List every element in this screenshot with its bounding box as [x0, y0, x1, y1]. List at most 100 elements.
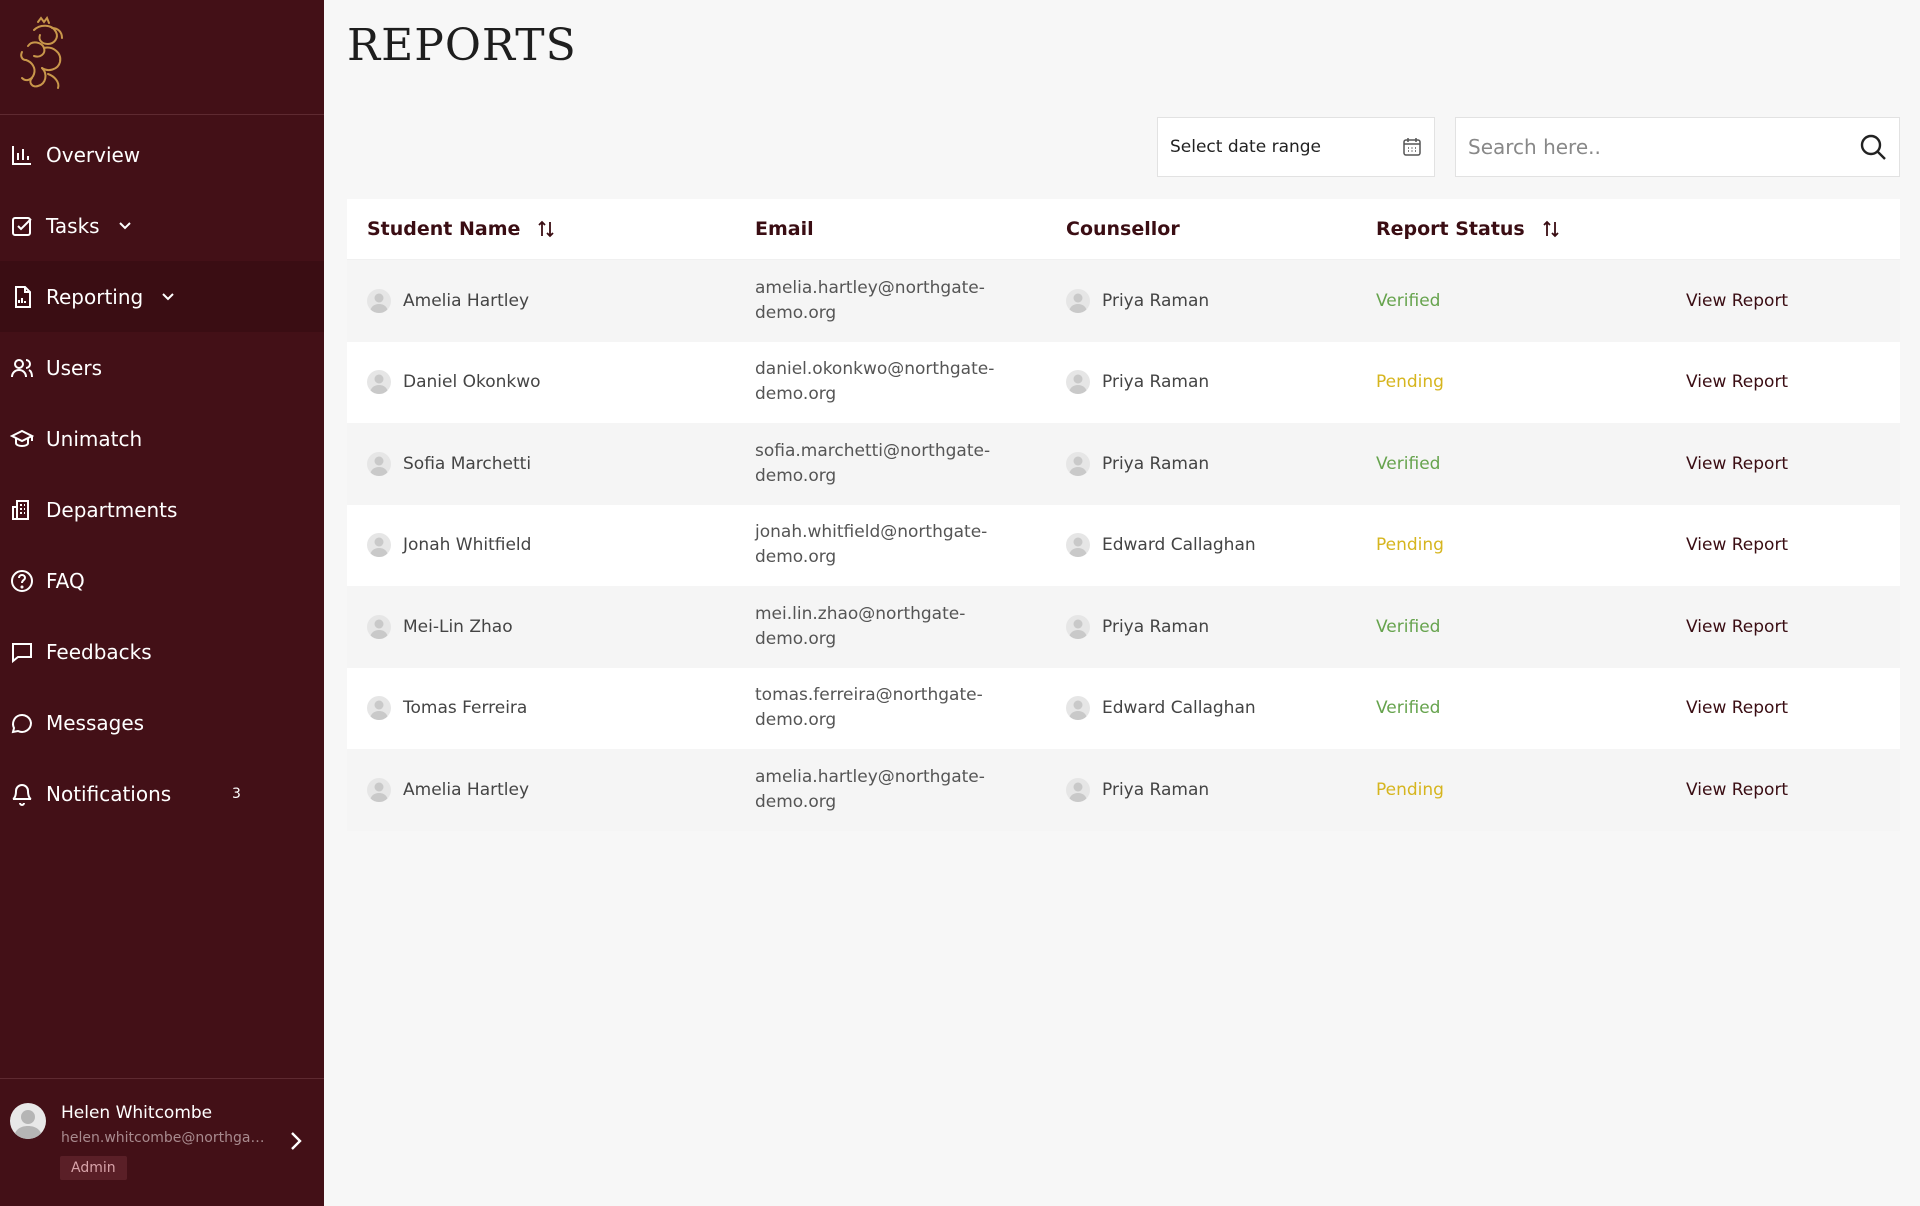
- table-row: Daniel Okonkwo daniel.okonkwo@northgate-…: [347, 341, 1900, 424]
- chevron-right-icon[interactable]: [290, 1131, 302, 1155]
- counsellor-cell: Priya Raman: [1066, 342, 1209, 424]
- student-name: Daniel Okonkwo: [403, 372, 541, 393]
- avatar: [367, 696, 391, 721]
- avatar: [367, 451, 391, 476]
- counsellor-cell: Edward Callaghan: [1066, 668, 1256, 750]
- sidebar-item-users[interactable]: Users: [0, 332, 324, 403]
- search-icon[interactable]: [1859, 133, 1887, 161]
- email-line: demo.org: [755, 710, 837, 731]
- student-cell: Daniel Okonkwo: [367, 342, 541, 424]
- student-cell: Amelia Hartley: [367, 260, 529, 342]
- column-header-label: Counsellor: [1066, 218, 1180, 240]
- sidebar-item-label: Users: [46, 355, 103, 380]
- sidebar-item-label: Departments: [46, 497, 178, 522]
- email-cell: amelia.hartley@northgate-demo.org: [755, 749, 995, 831]
- column-header-email: Email: [755, 218, 814, 240]
- view-report-link[interactable]: View Report: [1686, 586, 1788, 668]
- sidebar-item-label: Feedbacks: [46, 639, 152, 664]
- status-badge: Verified: [1376, 453, 1441, 474]
- counsellor-cell: Edward Callaghan: [1066, 505, 1256, 587]
- email-cell: mei.lin.zhao@northgate-demo.org: [755, 586, 995, 668]
- users-icon: [10, 356, 34, 380]
- email-cell: amelia.hartley@northgate-demo.org: [755, 260, 995, 342]
- sidebar-item-label: Tasks: [46, 213, 100, 238]
- status-badge: Verified: [1376, 616, 1441, 637]
- chevron-down-icon[interactable]: [118, 221, 132, 231]
- student-cell: Amelia Hartley: [367, 749, 529, 831]
- sidebar-item-unimatch[interactable]: Unimatch: [0, 403, 324, 474]
- sidebar-item-messages[interactable]: Messages: [0, 687, 324, 758]
- table-row: Amelia Hartley amelia.hartley@northgate-…: [347, 260, 1900, 342]
- sidebar-item-feedbacks[interactable]: Feedbacks: [0, 616, 324, 687]
- email-line: amelia.hartley@northgate-: [755, 277, 985, 298]
- view-report-link[interactable]: View Report: [1686, 342, 1788, 424]
- status-badge: Verified: [1376, 698, 1441, 719]
- column-header-report-status[interactable]: Report Status: [1376, 218, 1559, 240]
- avatar: [367, 370, 391, 395]
- sidebar-item-label: FAQ: [46, 568, 85, 593]
- building-icon: [10, 498, 34, 522]
- email-line: demo.org: [755, 302, 837, 323]
- page-title: REPORTS: [347, 20, 577, 71]
- sidebar-item-notifications[interactable]: Notifications 3: [0, 758, 324, 829]
- column-header-label: Email: [755, 218, 814, 240]
- lion-crest-logo[interactable]: [18, 16, 70, 96]
- view-report-link[interactable]: View Report: [1686, 749, 1788, 831]
- sidebar-item-label: Reporting: [46, 284, 144, 309]
- checkbox-icon: [10, 214, 34, 238]
- avatar: [1066, 777, 1090, 802]
- status-badge: Verified: [1376, 290, 1441, 311]
- sort-icon[interactable]: [538, 220, 555, 238]
- student-name: Tomas Ferreira: [403, 698, 528, 719]
- column-header-label: Report Status: [1376, 218, 1525, 240]
- user-profile[interactable]: Helen Whitcombe helen.whitcombe@northgat…: [0, 1078, 324, 1206]
- role-badge: Admin: [60, 1156, 127, 1180]
- avatar: [367, 777, 391, 802]
- calendar-icon[interactable]: [1402, 137, 1422, 157]
- logo-area: [0, 0, 324, 115]
- counsellor-name: Priya Raman: [1102, 372, 1210, 393]
- table-row: Amelia Hartley amelia.hartley@northgate-…: [347, 749, 1900, 831]
- view-report-link[interactable]: View Report: [1686, 423, 1788, 505]
- view-report-link[interactable]: View Report: [1686, 260, 1788, 342]
- email-line: sofia.marchetti@northgate-: [755, 440, 991, 461]
- status-badge: Pending: [1376, 535, 1444, 556]
- sort-icon[interactable]: [1543, 220, 1559, 238]
- search-box[interactable]: [1455, 117, 1900, 177]
- sidebar-item-departments[interactable]: Departments: [0, 474, 324, 545]
- sidebar-item-reporting[interactable]: Reporting: [0, 261, 324, 332]
- sidebar: Overview Tasks Reporting Users Unimatch …: [0, 0, 324, 1206]
- sidebar-item-faq[interactable]: FAQ: [0, 545, 324, 616]
- search-input[interactable]: [1468, 135, 1859, 159]
- email-line: tomas.ferreira@northgate-: [755, 685, 983, 706]
- counsellor-cell: Priya Raman: [1066, 260, 1209, 342]
- column-header-label: Student Name: [367, 218, 521, 240]
- sidebar-item-tasks[interactable]: Tasks: [0, 190, 324, 261]
- counsellor-name: Edward Callaghan: [1102, 535, 1256, 556]
- sidebar-item-label: Notifications: [46, 781, 172, 806]
- avatar: [1066, 451, 1090, 476]
- counsellor-name: Priya Raman: [1102, 290, 1210, 311]
- student-cell: Tomas Ferreira: [367, 668, 527, 750]
- view-report-link[interactable]: View Report: [1686, 505, 1788, 587]
- student-name: Mei-Lin Zhao: [403, 616, 513, 637]
- email-cell: daniel.okonkwo@northgate-demo.org: [755, 342, 995, 424]
- date-range-picker[interactable]: Select date range: [1157, 117, 1435, 177]
- status-badge: Pending: [1376, 372, 1444, 393]
- avatar: [10, 1103, 46, 1139]
- avatar: [1066, 370, 1090, 395]
- counsellor-name: Edward Callaghan: [1102, 698, 1256, 719]
- student-name: Amelia Hartley: [403, 290, 530, 311]
- view-report-link[interactable]: View Report: [1686, 668, 1788, 750]
- help-circle-icon: [10, 569, 34, 593]
- graduation-cap-icon: [10, 427, 34, 451]
- email-line: daniel.okonkwo@northgate-: [755, 359, 995, 380]
- bar-chart-icon: [10, 143, 34, 167]
- student-name: Amelia Hartley: [403, 779, 530, 800]
- chevron-down-icon[interactable]: [161, 292, 175, 302]
- sidebar-item-overview[interactable]: Overview: [0, 119, 324, 190]
- table-row: Mei-Lin Zhao mei.lin.zhao@northgate-demo…: [347, 586, 1900, 668]
- notification-count-badge: 3: [232, 785, 241, 802]
- avatar: [1066, 696, 1090, 721]
- column-header-student-name[interactable]: Student Name: [367, 218, 555, 240]
